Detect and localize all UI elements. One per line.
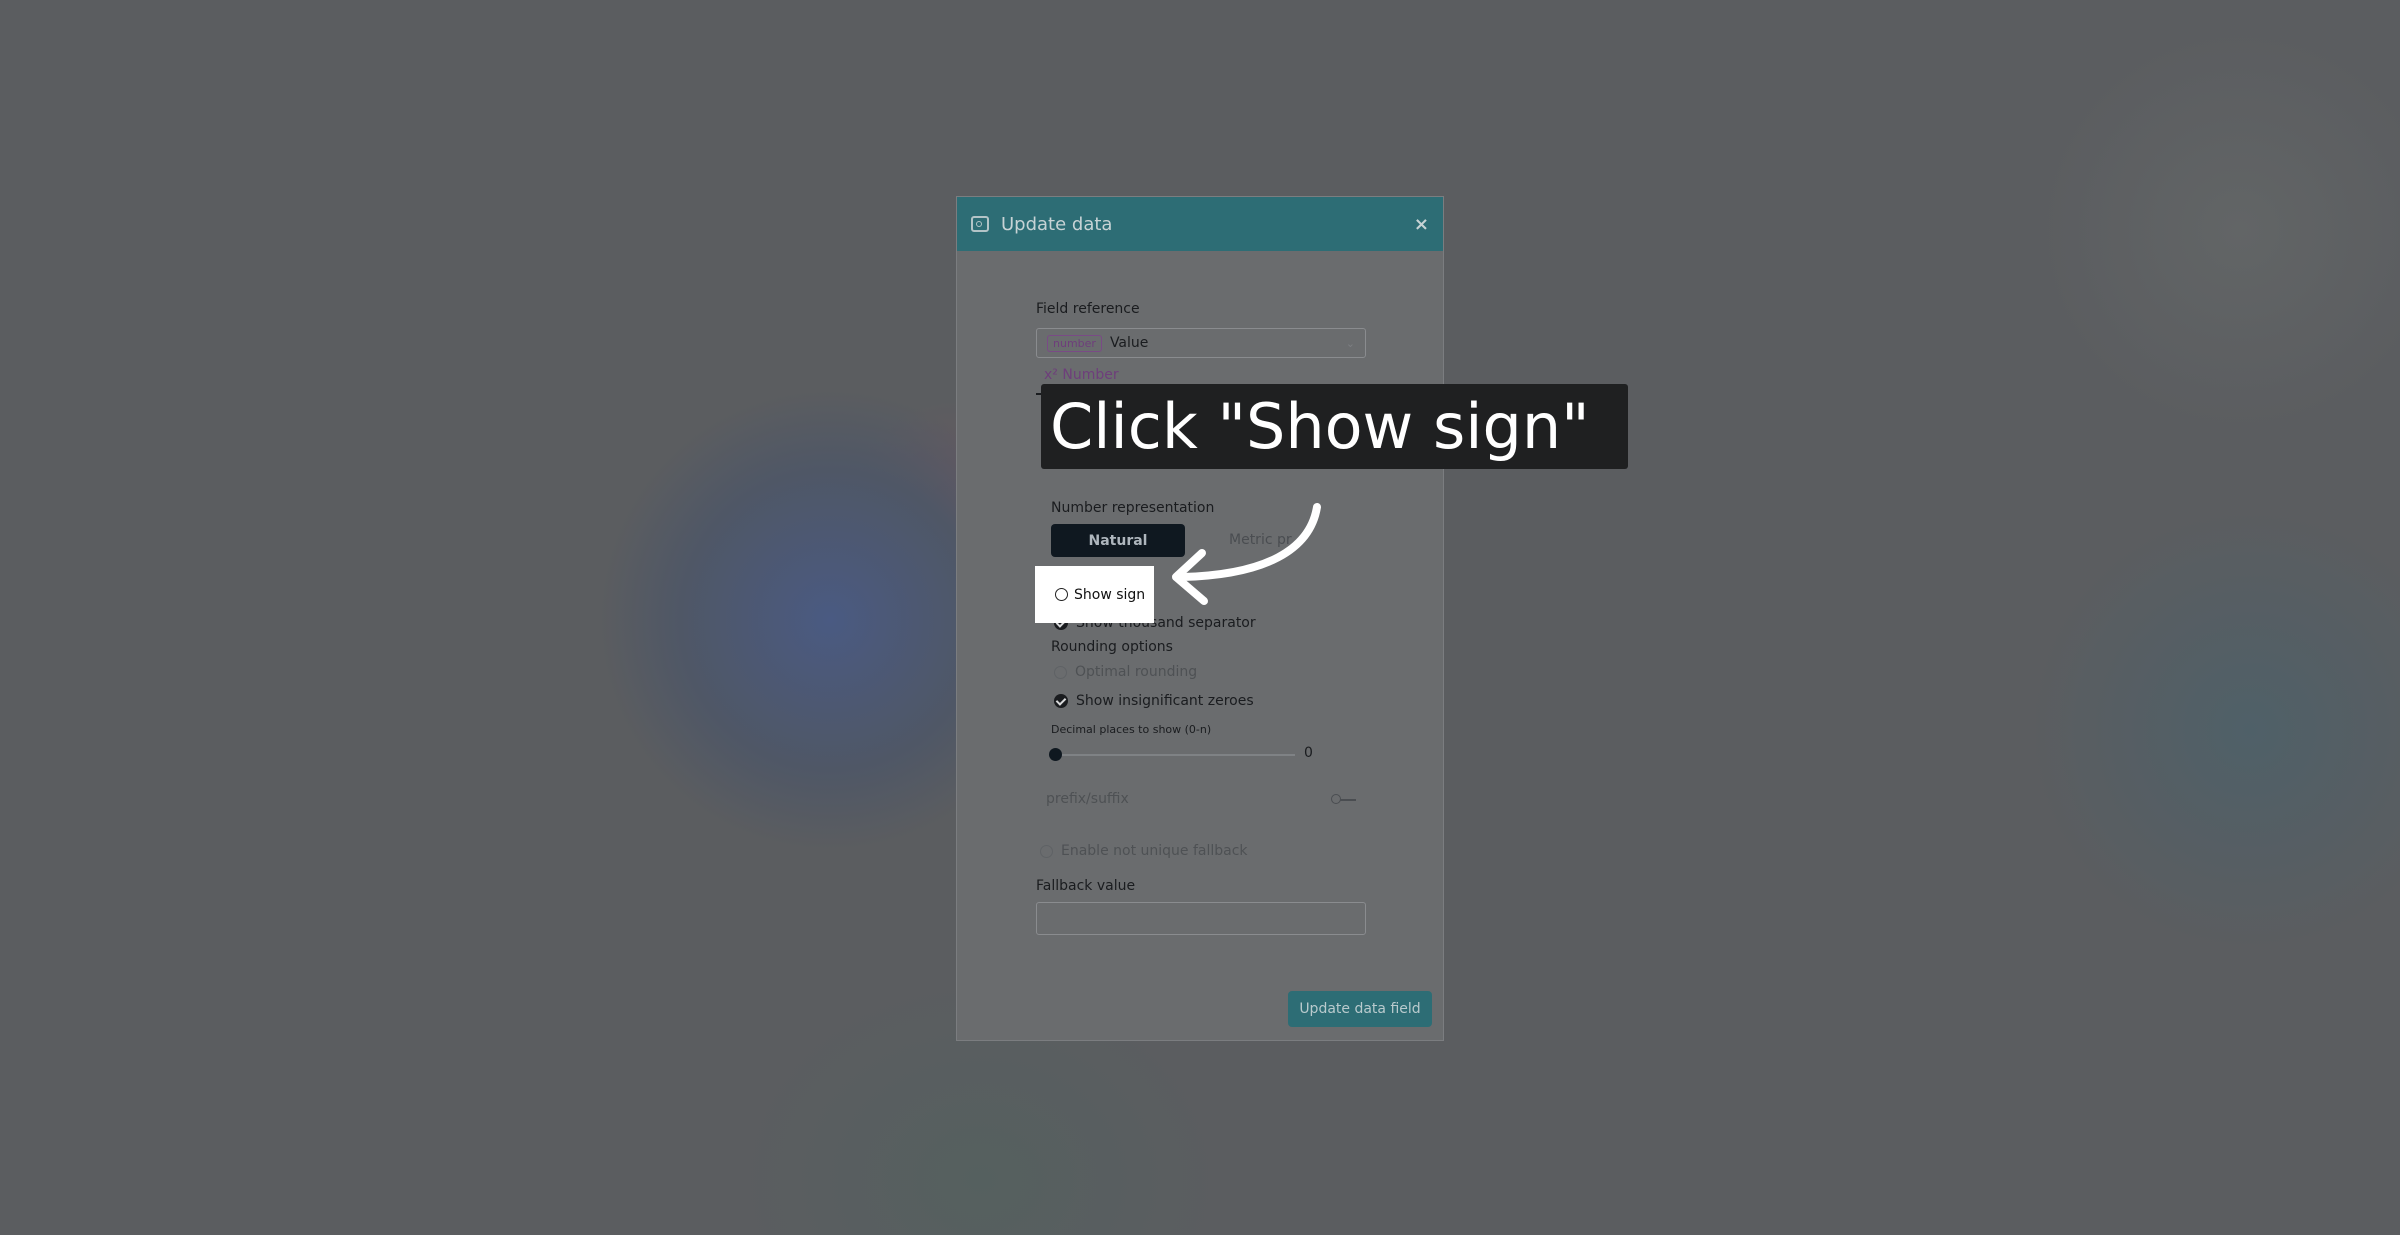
- fallback-value-input[interactable]: [1036, 902, 1366, 935]
- show-insignificant-zeroes-option[interactable]: Show insignificant zeroes: [1054, 693, 1254, 709]
- update-data-dialog: Update data × Field reference number Val…: [956, 196, 1444, 1041]
- decimal-places-track[interactable]: [1055, 754, 1295, 756]
- superscript-icon: x²: [1044, 367, 1058, 383]
- show-insignificant-zeroes-label: Show insignificant zeroes: [1076, 693, 1254, 709]
- toggle-bar: [1340, 799, 1356, 801]
- radio-unchecked-icon: [1040, 844, 1053, 858]
- field-reference-select[interactable]: number Value ⌄: [1036, 328, 1366, 358]
- radio-unchecked-icon: [1055, 588, 1068, 601]
- chevron-down-icon: ⌄: [1345, 336, 1355, 350]
- checked-icon: [1054, 694, 1068, 708]
- optimal-rounding-label: Optimal rounding: [1075, 664, 1198, 680]
- tab-number-label: Number: [1062, 367, 1119, 383]
- field-reference-label: Field reference: [1036, 301, 1140, 317]
- not-unique-fallback-label: Enable not unique fallback: [1061, 843, 1248, 859]
- optimal-rounding-option[interactable]: Optimal rounding: [1054, 664, 1197, 680]
- dialog-header: Update data ×: [957, 197, 1443, 251]
- prefix-suffix-label: prefix/suffix: [1046, 791, 1129, 807]
- close-icon[interactable]: ×: [1414, 214, 1429, 235]
- radio-unchecked-icon: [1054, 665, 1067, 679]
- type-badge: number: [1047, 334, 1102, 352]
- data-field-icon: [971, 216, 989, 232]
- tab-number[interactable]: x² Number: [1044, 367, 1119, 383]
- not-unique-fallback-option[interactable]: Enable not unique fallback: [1040, 843, 1248, 859]
- dialog-title: Update data: [1001, 213, 1113, 235]
- field-reference-value: Value: [1109, 335, 1149, 351]
- fallback-value-label: Fallback value: [1036, 878, 1136, 894]
- show-sign-label: Show sign: [1074, 586, 1146, 603]
- instruction-callout: Click "Show sign": [1041, 384, 1628, 469]
- prefix-suffix-toggle[interactable]: [1331, 794, 1357, 806]
- pointer-arrow-icon: [1172, 503, 1321, 605]
- decimal-places-label: Decimal places to show (0-n): [1051, 723, 1212, 736]
- decimal-places-value: 0: [1304, 745, 1313, 761]
- rounding-options-label: Rounding options: [1051, 639, 1173, 655]
- decimal-places-thumb[interactable]: [1049, 748, 1062, 761]
- update-data-field-button[interactable]: Update data field: [1288, 991, 1432, 1027]
- show-sign-option[interactable]: Show sign: [1035, 566, 1154, 623]
